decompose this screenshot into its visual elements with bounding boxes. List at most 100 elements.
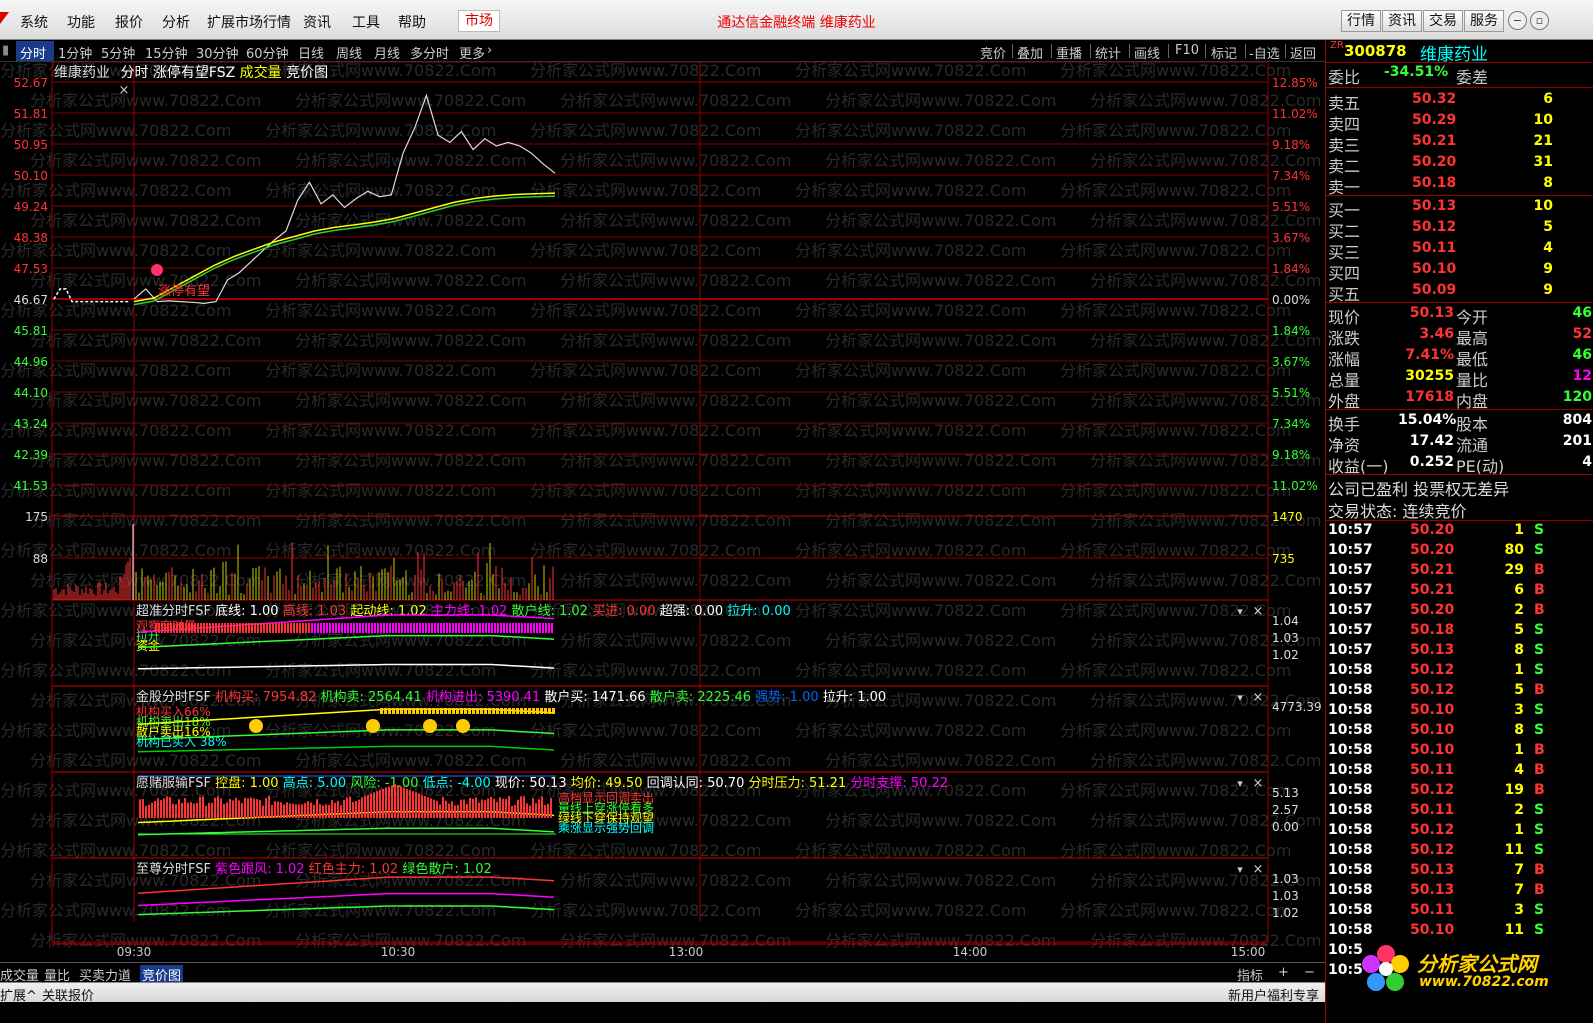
tool-auction[interactable]: 竞价 [980, 43, 1006, 62]
tool-replay[interactable]: 重播 [1056, 43, 1082, 62]
tick-side: B [1534, 562, 1545, 578]
ask-price: 50.32 [1412, 91, 1457, 107]
market-button[interactable]: 市场 [458, 10, 500, 32]
watermark-text: 分析家公式网www.70822.Com [795, 181, 1026, 200]
indicator-name[interactable]: 涨停有望FSZ [153, 65, 235, 81]
panel-toggle-icon[interactable]: ▮ [2, 43, 9, 58]
tab-60min[interactable]: 60分钟 [246, 43, 289, 62]
tool-draw[interactable]: 画线 [1134, 43, 1160, 62]
watermark-text: 分析家公式网www.70822.Com [295, 331, 526, 350]
tick-price: 50.20 [1410, 542, 1455, 558]
status-related-quotes[interactable]: 关联报价 [42, 985, 94, 1004]
tab-intraday[interactable]: 分时 [20, 43, 46, 62]
btn-trade[interactable]: 交易 [1423, 10, 1463, 32]
watermark-text: 分析家公式网www.70822.Com [30, 751, 261, 770]
tick-side: S [1534, 722, 1545, 738]
tick-volume: 11 [1504, 922, 1524, 938]
volume-label[interactable]: 成交量 [240, 65, 282, 81]
menu-ext-market[interactable]: 扩展市场行情 [207, 12, 291, 32]
tab-more[interactable]: 更多 [459, 43, 485, 62]
indicator-bar [552, 708, 555, 714]
status-expand[interactable]: 扩展^ [0, 985, 37, 1004]
tick-volume: 80 [1504, 542, 1524, 558]
watermark-text: 分析家公式网www.70822.Com [795, 901, 1026, 920]
tab-daily[interactable]: 日线 [298, 43, 324, 62]
watermark-text: 分析家公式网www.70822.Com [530, 541, 761, 560]
btn-zoom-in[interactable]: + [1278, 965, 1289, 980]
menu-quote[interactable]: 报价 [115, 12, 143, 32]
tool-stats[interactable]: 统计 [1095, 43, 1121, 62]
brand-name: 分析家公式网 [1417, 952, 1537, 976]
indicator-bar [440, 708, 443, 714]
tool-back[interactable]: 返回 [1290, 43, 1316, 62]
restore-icon[interactable]: ▫ [1530, 11, 1549, 30]
tab-weekly[interactable]: 周线 [336, 43, 362, 62]
vol-tick-label: 175 [25, 510, 48, 524]
tick-time: 10:58 [1328, 682, 1373, 698]
tool-mark[interactable]: 标记 [1211, 43, 1237, 62]
pct-tick-label: 12.85% [1272, 76, 1318, 90]
price-tick-label: 46.67 [14, 293, 48, 307]
ask-volume: 6 [1543, 91, 1553, 107]
minimize-icon[interactable]: − [1508, 11, 1527, 30]
price-tick-label: 44.10 [14, 386, 48, 400]
watermark-text: 分析家公式网www.70822.Com [1060, 901, 1291, 920]
watermark-text: 分析家公式网www.70822.Com [265, 481, 496, 500]
tab-15min[interactable]: 15分钟 [145, 43, 188, 62]
tool-overlay[interactable]: 叠加 [1017, 43, 1043, 62]
ask-volume: 21 [1533, 133, 1553, 149]
status-new-user-offer[interactable]: 新用户福利专享 [1228, 985, 1319, 1004]
watermark-text: 分析家公式网www.70822.Com [265, 361, 496, 380]
tab-1min[interactable]: 1分钟 [58, 43, 92, 62]
time-axis-label: 10:30 [381, 945, 416, 959]
btn-news[interactable]: 资讯 [1382, 10, 1422, 32]
intraday-chart[interactable]: 分析家公式网www.70822.Com 分析家公式网www.70822.Com 分析… [0, 62, 1325, 962]
stat-value: 3.46 [1419, 326, 1454, 342]
pct-tick-label: 9.18% [1272, 138, 1310, 152]
watermark-text: 分析家公式网www.70822.Com [265, 901, 496, 920]
chevron-right-icon[interactable]: › [487, 43, 492, 58]
btn-zoom-out[interactable]: − [1304, 965, 1315, 980]
indicator-bar [532, 708, 535, 714]
pct-tick-label: 1.84% [1272, 324, 1310, 338]
tick-price: 50.12 [1410, 662, 1455, 678]
app-logo-icon [0, 12, 9, 24]
tool-f10[interactable]: F10 [1175, 43, 1199, 58]
menu-help[interactable]: 帮助 [398, 12, 426, 32]
tick-side: S [1534, 702, 1545, 718]
tab-monthly[interactable]: 月线 [374, 43, 400, 62]
tab-30min[interactable]: 30分钟 [196, 43, 239, 62]
tick-side: B [1534, 762, 1545, 778]
tab-multi-intraday[interactable]: 多分时 [410, 43, 449, 62]
menu-system[interactable]: 系统 [20, 12, 48, 32]
menu-analysis[interactable]: 分析 [162, 12, 190, 32]
tick-price: 50.20 [1410, 522, 1455, 538]
menu-news[interactable]: 资讯 [303, 12, 331, 32]
indicator-bar [536, 708, 539, 714]
status-bar: 扩展^ 关联报价 新用户福利专享 [0, 982, 1325, 1004]
btn-quotes[interactable]: 行情 [1341, 10, 1381, 32]
stat-value: 30255 [1405, 368, 1454, 384]
tick-volume: 1 [1514, 662, 1524, 678]
tick-time: 10:57 [1328, 602, 1373, 618]
btn-service[interactable]: 服务 [1464, 10, 1504, 32]
indicator-tick-label: 1.02 [1272, 648, 1299, 662]
watermark-text: 分析家公式网www.70822.Com [530, 181, 761, 200]
tick-time: 10:57 [1328, 642, 1373, 658]
weicha-label: 委差 [1456, 68, 1489, 87]
watermark-text: 分析家公式网www.70822.Com [530, 301, 761, 320]
auction-label[interactable]: 竞价图 [286, 65, 328, 81]
menu-function[interactable]: 功能 [67, 12, 95, 32]
price-tick-label: 43.24 [14, 417, 48, 431]
stat-value: 4 [1582, 454, 1592, 470]
bid-volume: 9 [1543, 261, 1553, 277]
tick-time: 10:57 [1328, 522, 1373, 538]
tab-5min[interactable]: 5分钟 [101, 43, 135, 62]
separator [1205, 44, 1206, 58]
indicator-field: 回调认同: 50.70 [647, 776, 749, 791]
tick-volume: 7 [1514, 862, 1524, 878]
tool-watchlist[interactable]: -自选 [1249, 43, 1280, 62]
indicator-field: 机构买: 7954.82 [215, 690, 320, 705]
menu-tools[interactable]: 工具 [352, 12, 380, 32]
pct-tick-label: 9.18% [1272, 448, 1310, 462]
